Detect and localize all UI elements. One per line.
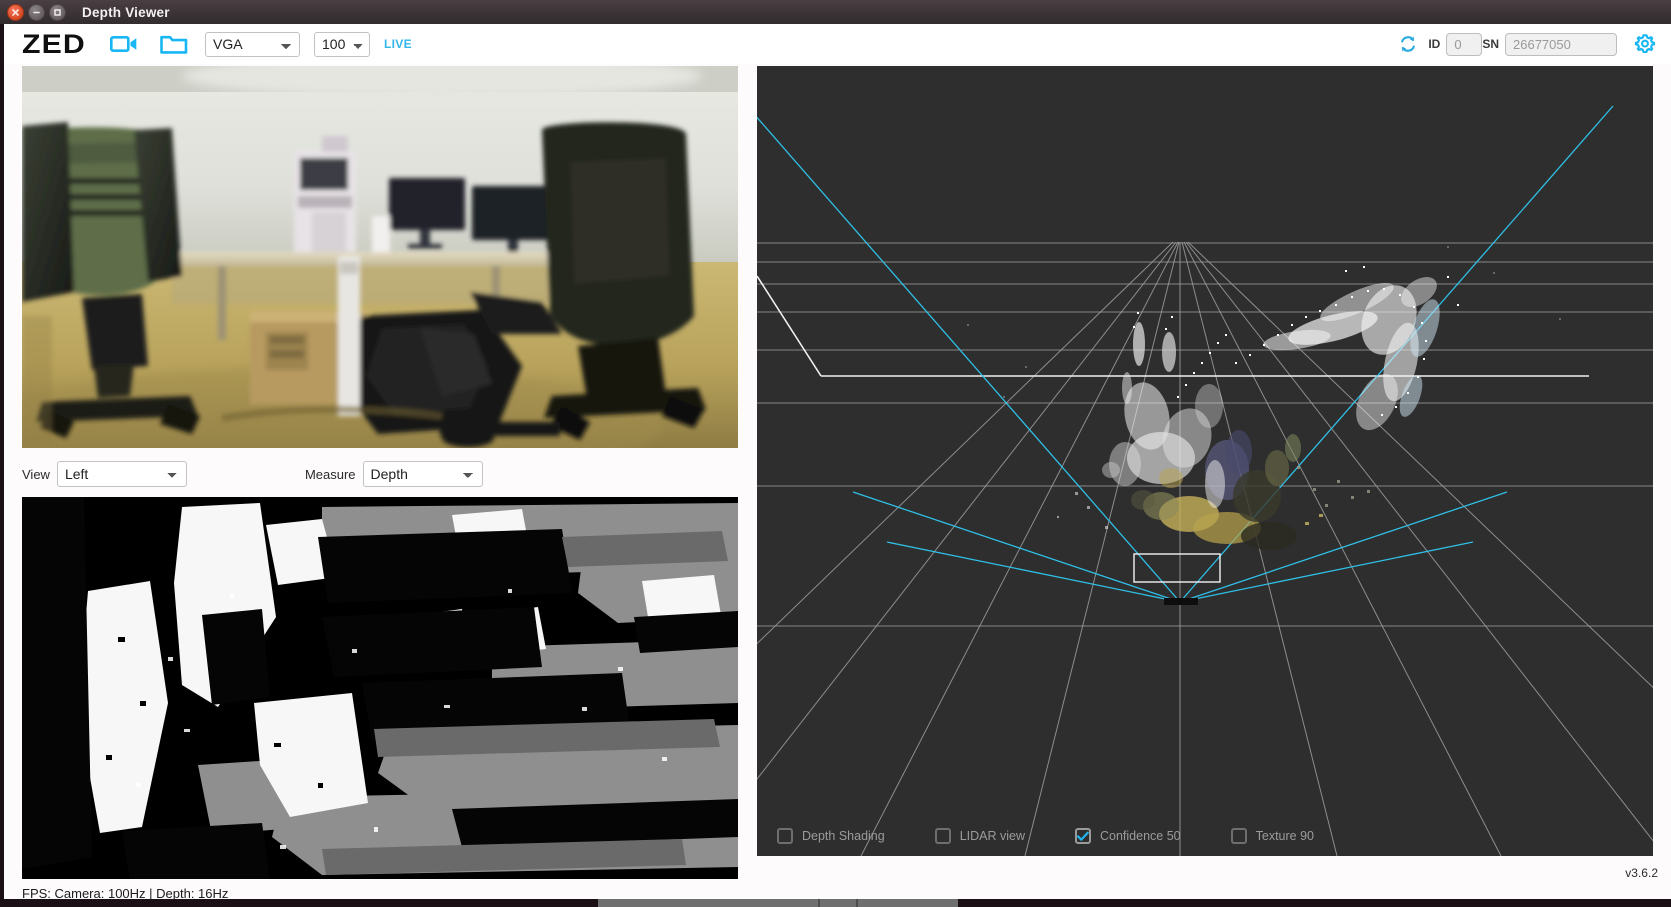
id-label: ID <box>1428 37 1441 51</box>
window-title: Depth Viewer <box>82 4 170 20</box>
checkbox-label-depth-shading: Depth Shading <box>802 829 885 843</box>
app-window: Depth Viewer ZED VGA 100 LIVE ID 0 SN 26… <box>0 0 1671 907</box>
desktop-taskbar-sliver <box>598 899 958 907</box>
checkmark-icon <box>1077 831 1089 841</box>
checkbox-texture[interactable]: Texture 90 <box>1230 828 1314 844</box>
checkbox-box-depth-shading[interactable] <box>777 828 793 844</box>
checkbox-box-lidar-view[interactable] <box>934 828 951 844</box>
checkbox-lidar-view[interactable]: LIDAR view <box>934 828 1025 844</box>
main-toolbar: ZED VGA 100 LIVE ID 0 SN 26677050 <box>0 24 1671 64</box>
window-minimize-button[interactable] <box>28 3 45 21</box>
checkbox-label-texture: Texture 90 <box>1255 829 1314 843</box>
point-cloud-3d-view[interactable]: Depth Shading LIDAR view Confidence 50 T… <box>757 66 1653 856</box>
serial-number-input[interactable] <box>1505 32 1617 56</box>
live-camera-view <box>22 66 738 448</box>
live-status-label: LIVE <box>384 37 412 51</box>
window-titlebar: Depth Viewer <box>0 0 1671 24</box>
point-cloud-options-row: Depth Shading LIDAR view Confidence 50 T… <box>757 828 1653 844</box>
window-bottom-border <box>0 899 1671 907</box>
fps-select[interactable]: 100 <box>314 31 370 57</box>
window-close-button[interactable] <box>7 3 24 21</box>
left-column: View Left Measure Depth FPS: Camera: 100… <box>22 66 738 901</box>
checkbox-label-confidence: Confidence 50 <box>1100 829 1181 843</box>
view-select[interactable]: Left <box>56 461 187 487</box>
toolbar-right-group: ID SN <box>1398 30 1671 58</box>
resolution-select[interactable]: VGA <box>205 31 300 57</box>
checkbox-depth-shading[interactable]: Depth Shading <box>777 828 885 844</box>
refresh-icon[interactable] <box>1398 34 1418 54</box>
measure-select[interactable]: Depth <box>362 461 483 487</box>
checkbox-box-texture[interactable] <box>1230 828 1247 844</box>
sn-label: SN <box>1482 37 1499 51</box>
checkbox-label-lidar-view: LIDAR view <box>959 829 1025 843</box>
view-measure-row: View Left Measure Depth <box>22 458 738 490</box>
version-label: v3.6.2 <box>1625 866 1658 880</box>
checkbox-confidence[interactable]: Confidence 50 <box>1075 828 1181 844</box>
view-label: View <box>22 466 50 482</box>
zed-logo: ZED <box>22 28 86 59</box>
depth-map-view <box>22 497 738 879</box>
window-left-border <box>0 24 4 907</box>
measure-label: Measure <box>304 466 356 482</box>
video-camera-icon[interactable] <box>109 31 139 57</box>
folder-icon[interactable] <box>159 31 189 57</box>
gear-icon[interactable] <box>1631 30 1659 58</box>
camera-id-input[interactable] <box>1446 32 1483 56</box>
window-maximize-button[interactable] <box>49 3 66 21</box>
checkbox-box-confidence[interactable] <box>1075 828 1091 844</box>
